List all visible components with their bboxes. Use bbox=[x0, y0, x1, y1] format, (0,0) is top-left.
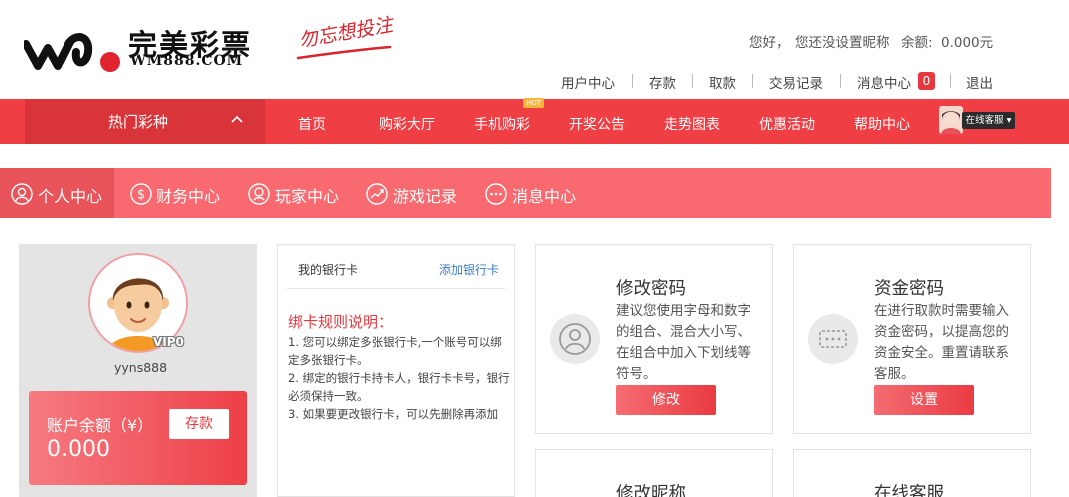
greeting-text: 您好， bbox=[749, 35, 790, 51]
link-user-center[interactable]: 用户中心 bbox=[561, 72, 615, 92]
binding-rule-1: 1. 您可以绑定多张银行卡,一个账号可以绑定多张银行卡。 bbox=[288, 335, 502, 367]
link-messages[interactable]: 消息中心 bbox=[857, 72, 911, 92]
divider bbox=[632, 74, 633, 88]
nav-promotions[interactable]: 优惠活动 bbox=[759, 114, 815, 134]
set-fund-password-button[interactable]: 设置 bbox=[874, 385, 974, 415]
nav-draw-results[interactable]: 开奖公告 bbox=[569, 114, 625, 134]
subnav-personal-center[interactable]: 个人中心 bbox=[38, 183, 102, 207]
subnav-game-records[interactable]: 游戏记录 bbox=[393, 183, 457, 207]
chevron-up-icon[interactable] bbox=[231, 114, 243, 126]
divider bbox=[840, 74, 841, 88]
hot-badge: HOT bbox=[523, 98, 544, 108]
message-count-badge: 0 bbox=[918, 72, 935, 90]
change-password-title: 修改密码 bbox=[616, 279, 686, 299]
change-nickname-title: 修改昵称 bbox=[616, 484, 686, 497]
binding-rule-2: 2. 绑定的银行卡持卡人，银行卡卡号，银行必须保持一致。 bbox=[288, 371, 510, 403]
change-password-desc: 建议您使用字母和数字的组合、混合大小写、在组合中加入下划线等符号。 bbox=[616, 303, 751, 382]
logo-mark-icon[interactable] bbox=[24, 22, 124, 74]
divider bbox=[752, 74, 753, 88]
change-password-button[interactable]: 修改 bbox=[616, 385, 716, 415]
hot-lottery-label: 热门彩种 bbox=[108, 113, 169, 131]
fund-password-title: 资金密码 bbox=[874, 279, 944, 299]
nav-help-center[interactable]: 帮助中心 bbox=[854, 114, 910, 134]
trend-icon bbox=[366, 183, 388, 205]
page-root: 完美彩票 WM888.COM 勿忘想投注 您好， 您还没设置昵称 余额: 0.0… bbox=[0, 0, 1069, 497]
divider bbox=[287, 288, 505, 289]
more-dots-icon bbox=[485, 183, 507, 205]
link-transactions[interactable]: 交易记录 bbox=[769, 72, 823, 92]
slogan-brush-stroke bbox=[296, 46, 392, 60]
add-bank-card-link[interactable]: 添加银行卡 bbox=[439, 261, 499, 278]
subnav-message-center[interactable]: 消息中心 bbox=[512, 183, 576, 207]
svg-text:$: $ bbox=[137, 188, 145, 203]
password-dots-icon bbox=[808, 314, 858, 364]
online-service-button[interactable]: 在线客服 ▾ bbox=[962, 112, 1015, 129]
binding-rule-3: 3. 如果要更改银行卡，可以先删除再添加 bbox=[288, 407, 499, 421]
dollar-icon: $ bbox=[130, 183, 152, 205]
nav-mobile-lottery[interactable]: 手机购彩 bbox=[474, 114, 530, 134]
balance-label: 余额: bbox=[901, 35, 933, 51]
nav-lottery-hall[interactable]: 购彩大厅 bbox=[379, 114, 435, 134]
caret-down-icon: ▾ bbox=[1003, 115, 1012, 126]
nickname-status: 您还没设置昵称 bbox=[795, 35, 890, 51]
nav-trend-charts[interactable]: 走势图表 bbox=[664, 114, 720, 134]
user-avatar-icon bbox=[550, 314, 600, 364]
subnav-player-center[interactable]: 玩家中心 bbox=[275, 183, 339, 207]
divider bbox=[692, 74, 693, 88]
divider bbox=[950, 74, 951, 88]
deposit-button[interactable]: 存款 bbox=[169, 409, 229, 439]
account-balance-label: 账户余额（¥） bbox=[47, 416, 154, 435]
subnav-finance-center[interactable]: 财务中心 bbox=[156, 183, 220, 207]
service-agent-avatar[interactable] bbox=[939, 106, 963, 134]
user-icon bbox=[11, 183, 33, 205]
link-logout[interactable]: 退出 bbox=[966, 72, 993, 92]
nav-home[interactable]: 首页 bbox=[298, 114, 326, 134]
binding-rules-title: 绑卡规则说明： bbox=[288, 313, 394, 331]
bank-card-title: 我的银行卡 bbox=[298, 263, 359, 277]
logo-text-en[interactable]: WM888.COM bbox=[130, 53, 243, 69]
fund-password-desc: 在进行取款时需要输入资金密码，以提高您的资金安全。重置请联系客服。 bbox=[874, 303, 1009, 382]
link-deposit[interactable]: 存款 bbox=[649, 72, 676, 92]
vip-level: VIP0 bbox=[153, 335, 184, 349]
link-withdraw[interactable]: 取款 bbox=[709, 72, 736, 92]
balance-value: 0.000元 bbox=[941, 35, 994, 51]
online-service-title: 在线客服 bbox=[874, 484, 944, 497]
account-balance-value: 0.000 bbox=[47, 437, 110, 462]
username: yyns888 bbox=[114, 360, 168, 375]
online-service-label: 在线客服 bbox=[965, 115, 1004, 126]
player-icon bbox=[248, 183, 270, 205]
